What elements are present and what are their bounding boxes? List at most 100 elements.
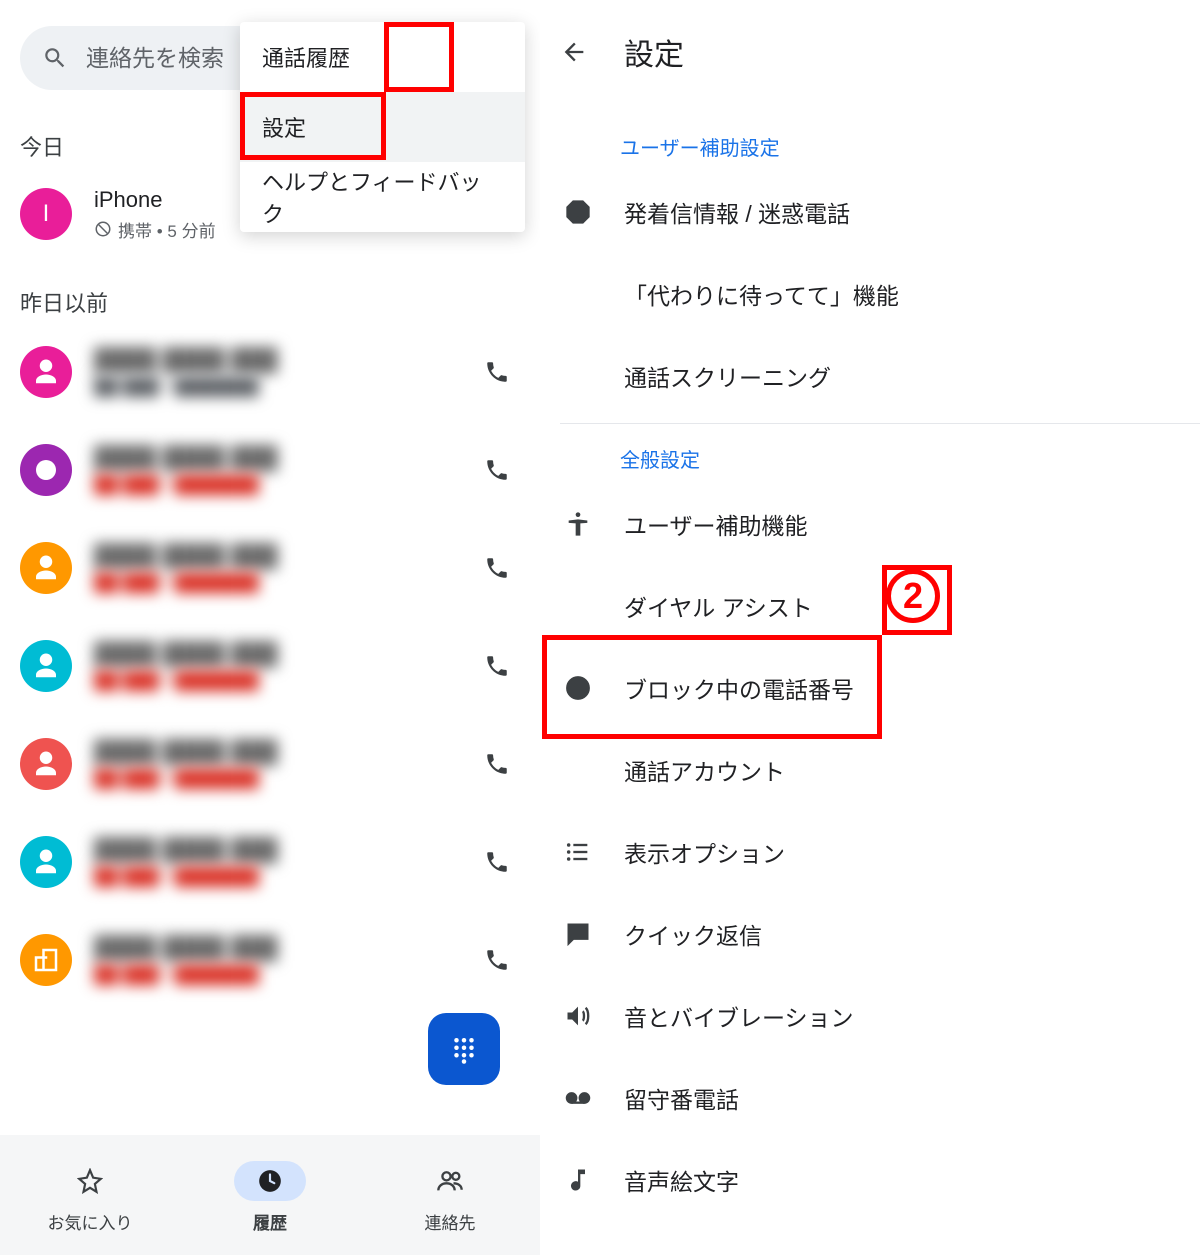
list-icon: [560, 838, 596, 866]
opt-label: 留守番電話: [624, 1081, 739, 1115]
call-row-text: ████ ████ ███ ██ ███ • ███████: [94, 739, 452, 789]
call-action[interactable]: [474, 457, 520, 483]
call-row-name-blurred: ████ ████ ███: [94, 347, 452, 373]
search-icon: [42, 45, 68, 71]
opt-label: クイック返信: [624, 917, 762, 951]
star-icon: [77, 1168, 103, 1194]
opt-call-accounts[interactable]: 通話アカウント: [540, 729, 1200, 811]
annotation-step1-box: [240, 92, 386, 160]
menu-item-call-history[interactable]: 通話履歴: [240, 22, 525, 92]
nav-favorites-label: お気に入り: [48, 1209, 133, 1234]
call-action[interactable]: [474, 751, 520, 777]
accessibility-icon: [560, 510, 596, 538]
call-action[interactable]: [474, 947, 520, 973]
phone-icon: [484, 947, 510, 973]
avatar: [20, 444, 72, 496]
opt-label: 音声絵文字: [624, 1163, 739, 1197]
nav-contacts[interactable]: 連絡先: [370, 1161, 530, 1234]
back-icon[interactable]: [560, 38, 588, 66]
call-history-row-blurred[interactable]: ████ ████ ███ ██ ███ • ███████: [20, 924, 520, 996]
info-octagon-icon: [560, 198, 596, 226]
call-row-name-blurred: ████ ████ ███: [94, 445, 452, 471]
avatar: [20, 836, 72, 888]
phone-icon: [484, 555, 510, 581]
call-row-sub-blurred: ██ ███ • ███████: [94, 671, 452, 691]
call-row-sub-blurred: ██ ███ • ███████: [94, 769, 452, 789]
opt-quick-reply[interactable]: クイック返信: [540, 893, 1200, 975]
opt-label: 通話スクリーニング: [624, 359, 831, 393]
menu-item-help-feedback[interactable]: ヘルプとフィードバック: [240, 162, 525, 232]
call-history-row-blurred[interactable]: ████ ████ ███ ██ ███ • ███████: [20, 336, 520, 408]
call-history-row-blurred[interactable]: ████ ████ █████ ███ • ███████: [20, 434, 520, 506]
call-action[interactable]: [474, 359, 520, 385]
call-action[interactable]: [474, 555, 520, 581]
annotation-step2-box: [542, 635, 882, 739]
group-general: 全般設定: [540, 430, 1200, 483]
avatar: [20, 934, 72, 986]
call-row-name-blurred: ████ ████ ███: [94, 739, 452, 765]
call-action[interactable]: [474, 849, 520, 875]
opt-caller-id[interactable]: 発着信情報 / 迷惑電話: [540, 171, 1200, 253]
dialpad-fab[interactable]: [428, 1013, 500, 1085]
phone-icon: [484, 457, 510, 483]
avatar: [20, 640, 72, 692]
avatar: I: [20, 188, 72, 240]
call-row-text: ████ ████ █████ ███ • ███████: [94, 445, 452, 495]
nav-favorites[interactable]: お気に入り: [10, 1161, 170, 1234]
nav-history-label: 履歴: [253, 1209, 287, 1234]
divider: [560, 423, 1200, 424]
opt-label: 「代わりに待ってて」機能: [624, 277, 899, 311]
voicemail-icon: [560, 1084, 596, 1112]
call-row-text: ████ ████ ███ ██ ███ • ███████: [94, 641, 452, 691]
people-icon: [436, 1167, 464, 1195]
call-row-text: ████ ████ ███ ██ ███ • ███████: [94, 837, 452, 887]
opt-label: 音とバイブレーション: [624, 999, 854, 1033]
settings-title: 設定: [624, 30, 684, 74]
call-row-name-blurred: ████ ████ ███: [94, 641, 452, 667]
clock-icon: [257, 1168, 283, 1194]
call-row-name-blurred: ████ ████ ███: [94, 543, 452, 569]
opt-voicemail[interactable]: 留守番電話: [540, 1057, 1200, 1139]
bottom-navigation: お気に入り 履歴 連絡先: [0, 1135, 540, 1255]
opt-label: 発着信情報 / 迷惑電話: [624, 195, 850, 229]
call-row-name-blurred: ████ ████ ███: [94, 837, 452, 863]
call-action[interactable]: [474, 653, 520, 679]
opt-accessibility[interactable]: ユーザー補助機能: [540, 483, 1200, 565]
opt-blocked-numbers[interactable]: ブロック中の電話番号 2: [540, 647, 1200, 729]
call-history-row-blurred[interactable]: ████ ████ ███ ██ ███ • ███████: [20, 532, 520, 604]
avatar: [20, 542, 72, 594]
call-row-text: ████ ████ ███ ██ ███ • ███████: [94, 935, 452, 985]
opt-hold-for-me[interactable]: 「代わりに待ってて」機能: [540, 253, 1200, 335]
opt-voice-emoji[interactable]: 音声絵文字: [540, 1139, 1200, 1221]
phone-app-screen: 通話履歴 設定 ヘルプとフィードバック 1 今日 I iPhone 携帯 • 5…: [0, 0, 540, 1255]
annotation-step2-ring: [882, 565, 952, 635]
call-row-text: ████ ████ ███ ██ ███ • ███████: [94, 347, 452, 397]
dialpad-icon: [449, 1034, 479, 1064]
blocked-icon: [94, 220, 112, 238]
music-note-icon: [560, 1166, 596, 1194]
nav-history[interactable]: 履歴: [190, 1161, 350, 1234]
call-row-sub-blurred: ██ ███ • ███████: [94, 867, 452, 887]
opt-label: ユーザー補助機能: [624, 507, 808, 541]
call-row-sub-blurred: ██ ███ • ███████: [94, 377, 452, 397]
settings-screen: 設定 ユーザー補助設定 発着信情報 / 迷惑電話 「代わりに待ってて」機能 通話…: [540, 0, 1200, 1255]
call-row-sub-text: 携帯 • 5 分前: [118, 217, 216, 242]
group-accessibility: ユーザー補助設定: [540, 118, 1200, 171]
call-row-text: ████ ████ ███ ██ ███ • ███████: [94, 543, 452, 593]
call-history-row-blurred[interactable]: ████ ████ ███ ██ ███ • ███████: [20, 826, 520, 898]
call-history-row-blurred[interactable]: ████ ████ ███ ██ ███ • ███████: [20, 728, 520, 800]
opt-label: 通話アカウント: [624, 753, 785, 787]
section-header-earlier: 昨日以前: [20, 286, 108, 318]
phone-icon: [484, 359, 510, 385]
call-row-sub-blurred: ██ ███ • ███████: [94, 965, 452, 985]
chat-icon: [560, 920, 596, 948]
opt-sound-vibration[interactable]: 音とバイブレーション: [540, 975, 1200, 1057]
opt-display-options[interactable]: 表示オプション: [540, 811, 1200, 893]
call-row-sub-blurred: ██ ███ • ███████: [94, 573, 452, 593]
call-history-row-blurred[interactable]: ████ ████ ███ ██ ███ • ███████: [20, 630, 520, 702]
avatar: [20, 346, 72, 398]
opt-call-screening[interactable]: 通話スクリーニング: [540, 335, 1200, 417]
call-row-name-blurred: ████ ████ ███: [94, 935, 452, 961]
volume-icon: [560, 1002, 596, 1030]
phone-icon: [484, 849, 510, 875]
